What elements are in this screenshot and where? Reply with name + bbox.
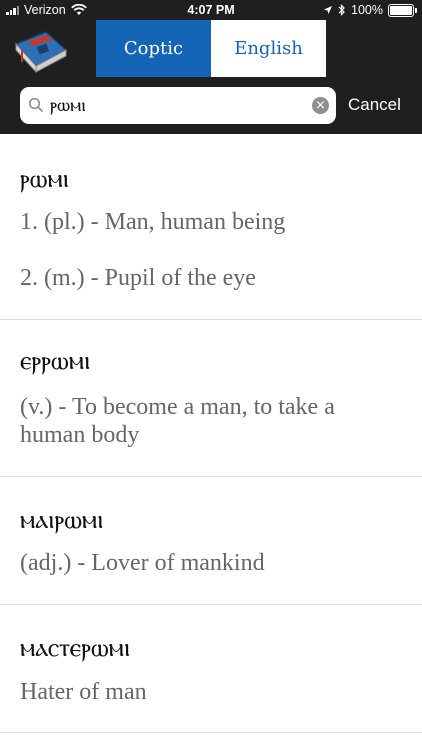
- entry-definition: 1. (pl.) - Man, human being: [20, 209, 286, 235]
- entry-word: ⲉⲣⲣⲱⲙⲓ: [20, 346, 91, 376]
- entry-definition: 2. (m.) - Pupil of the eye: [20, 265, 256, 291]
- tab-coptic[interactable]: Coptic: [96, 20, 211, 77]
- book-icon[interactable]: [12, 28, 70, 74]
- entry-word: ⲙⲁⲥⲧⲉⲣⲱⲙⲓ: [20, 633, 131, 663]
- list-item[interactable]: ⲉⲣⲣⲱⲙⲓ (v.) - To become a man, to take a…: [0, 320, 422, 477]
- search-query: ⲣⲱⲙⲓ: [50, 94, 86, 116]
- entry-definition: (adj.) - Lover of mankind: [20, 550, 265, 576]
- location-icon: [324, 6, 333, 14]
- status-bar: Verizon 4:07 PM 100%: [0, 0, 422, 22]
- list-item[interactable]: ⲙⲁⲥⲧⲉⲣⲱⲙⲓ Hater of man: [0, 605, 422, 733]
- entry-word: ⲣⲱⲙⲓ: [20, 164, 69, 194]
- entry-word: ⲙⲁⲓⲣⲱⲙⲓ: [20, 505, 104, 535]
- battery-percent: 100%: [351, 3, 383, 17]
- cancel-button[interactable]: Cancel: [348, 95, 401, 115]
- language-toggle: Coptic English: [96, 20, 326, 77]
- entry-definition: Hater of man: [20, 679, 147, 705]
- search-input[interactable]: ⲣⲱⲙⲓ ×: [20, 87, 336, 124]
- entry-definition: (v.) - To become a man, to take a human …: [20, 394, 335, 448]
- battery-icon: [388, 3, 417, 17]
- search-icon: [28, 97, 44, 113]
- tab-english[interactable]: English: [211, 20, 326, 77]
- results-list: ⲣⲱⲙⲓ 1. (pl.) - Man, human being 2. (m.)…: [0, 134, 422, 733]
- list-item[interactable]: ⲣⲱⲙⲓ 1. (pl.) - Man, human being 2. (m.)…: [0, 134, 422, 320]
- top-bar: Verizon 4:07 PM 100% Coptic English ⲣⲱⲙⲓ…: [0, 0, 422, 134]
- list-item[interactable]: ⲙⲁⲓⲣⲱⲙⲓ (adj.) - Lover of mankind: [0, 477, 422, 605]
- clear-icon[interactable]: ×: [312, 97, 329, 114]
- status-right: 100%: [323, 3, 417, 17]
- bluetooth-icon: [338, 4, 345, 16]
